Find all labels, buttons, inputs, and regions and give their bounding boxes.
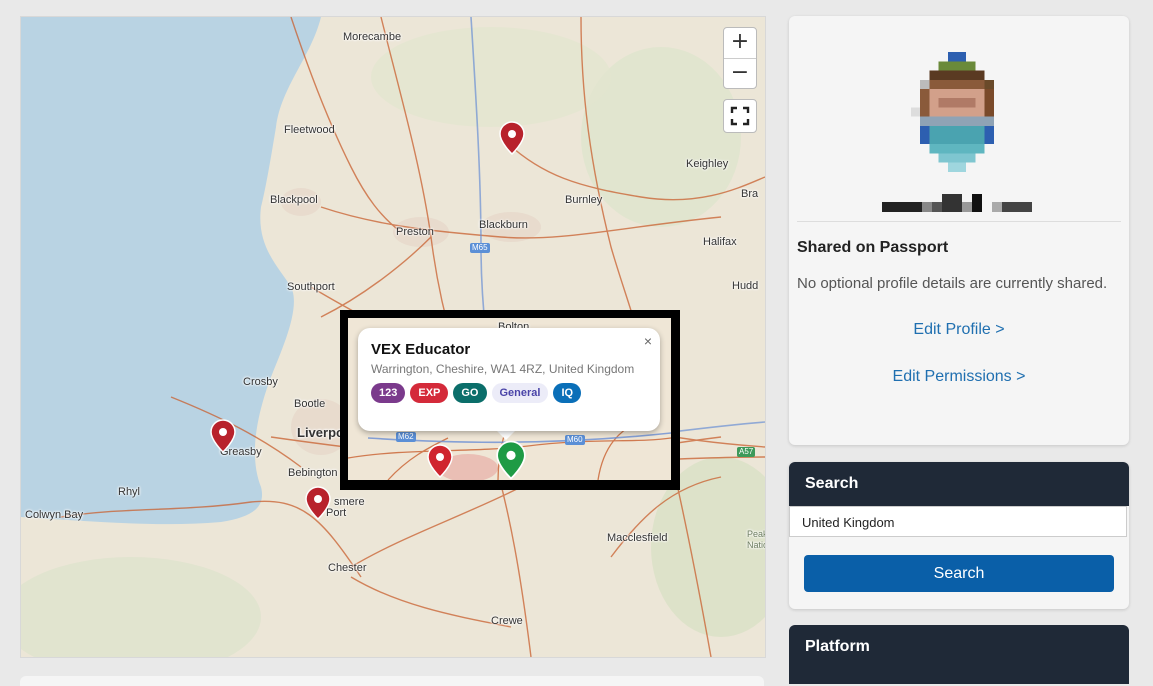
popup-address: Warrington, Cheshire, WA1 4RZ, United Ki… <box>371 362 635 376</box>
fullscreen-icon <box>730 106 750 126</box>
map-label: Bootle <box>294 398 326 410</box>
map-marker-icon[interactable] <box>499 121 525 155</box>
divider <box>797 221 1121 222</box>
map-label: Morecambe <box>343 31 402 43</box>
platform-header: Platform <box>789 625 1129 684</box>
search-header: Search <box>789 462 1129 506</box>
map-marker-icon[interactable] <box>305 486 331 520</box>
road-badge: A57 <box>737 447 756 457</box>
map-label: Hudd <box>732 280 759 292</box>
map-label: Bebington <box>288 467 338 479</box>
tag-iq: IQ <box>553 383 582 403</box>
map-label: National P <box>747 540 765 550</box>
road-badge: M65 <box>470 243 490 253</box>
tag-123: 123 <box>371 383 406 403</box>
map-label: Chester <box>328 562 367 574</box>
map-label: Macclesfield <box>607 532 668 544</box>
map-label: Blackpool <box>270 194 318 206</box>
map-label: Preston <box>396 226 434 238</box>
search-button[interactable]: Search <box>804 555 1114 592</box>
map-label: Fleetwood <box>284 124 335 136</box>
fullscreen-button[interactable] <box>723 99 757 133</box>
close-icon[interactable]: × <box>644 333 652 349</box>
zoom-out-button[interactable]: − <box>724 58 756 88</box>
shared-details-text: No optional profile details are currentl… <box>797 275 1108 292</box>
location-popup: VEX Educator Warrington, Cheshire, WA1 4… <box>358 328 660 431</box>
road-badge: M62 <box>396 432 416 442</box>
map-label: Southport <box>287 281 335 293</box>
map-marker-icon[interactable] <box>210 419 236 453</box>
map-label: Colwyn Bay <box>25 509 84 521</box>
search-input[interactable]: United Kingdom <box>789 506 1127 537</box>
map-label: Burnley <box>565 194 603 206</box>
search-header-label: Search <box>805 475 859 492</box>
map-label: Crosby <box>243 376 278 388</box>
username-redacted <box>882 194 1032 212</box>
edit-profile-link[interactable]: Edit Profile > <box>789 321 1129 339</box>
map-label: Blackburn <box>479 219 528 231</box>
zoom-in-button[interactable]: + <box>724 28 756 58</box>
map-label: Crewe <box>491 615 523 627</box>
zoom-control: + − <box>723 27 757 89</box>
platform-header-label: Platform <box>805 638 870 655</box>
selected-marker-icon[interactable] <box>496 440 526 480</box>
map-label: Rhyl <box>118 486 141 498</box>
avatar <box>911 52 994 172</box>
map-label: Halifax <box>703 236 737 248</box>
tag-go: GO <box>453 383 487 403</box>
map-label: Bra <box>741 188 759 200</box>
tag-general: General <box>491 383 549 403</box>
road-badge: M60 <box>565 435 585 445</box>
profile-card: Shared on Passport No optional profile d… <box>789 16 1129 445</box>
popup-title: VEX Educator <box>371 341 471 358</box>
map-marker-icon[interactable] <box>427 444 453 478</box>
tag-exp: EXP <box>410 383 449 403</box>
map-label: Keighley <box>686 158 729 170</box>
edit-permissions-link[interactable]: Edit Permissions > <box>789 368 1129 386</box>
map-label: Peak Dist <box>747 529 766 539</box>
tag-list: 123 EXP GO General IQ <box>371 383 582 403</box>
shared-on-passport-title: Shared on Passport <box>797 239 949 256</box>
bottom-card-edge <box>20 676 764 686</box>
